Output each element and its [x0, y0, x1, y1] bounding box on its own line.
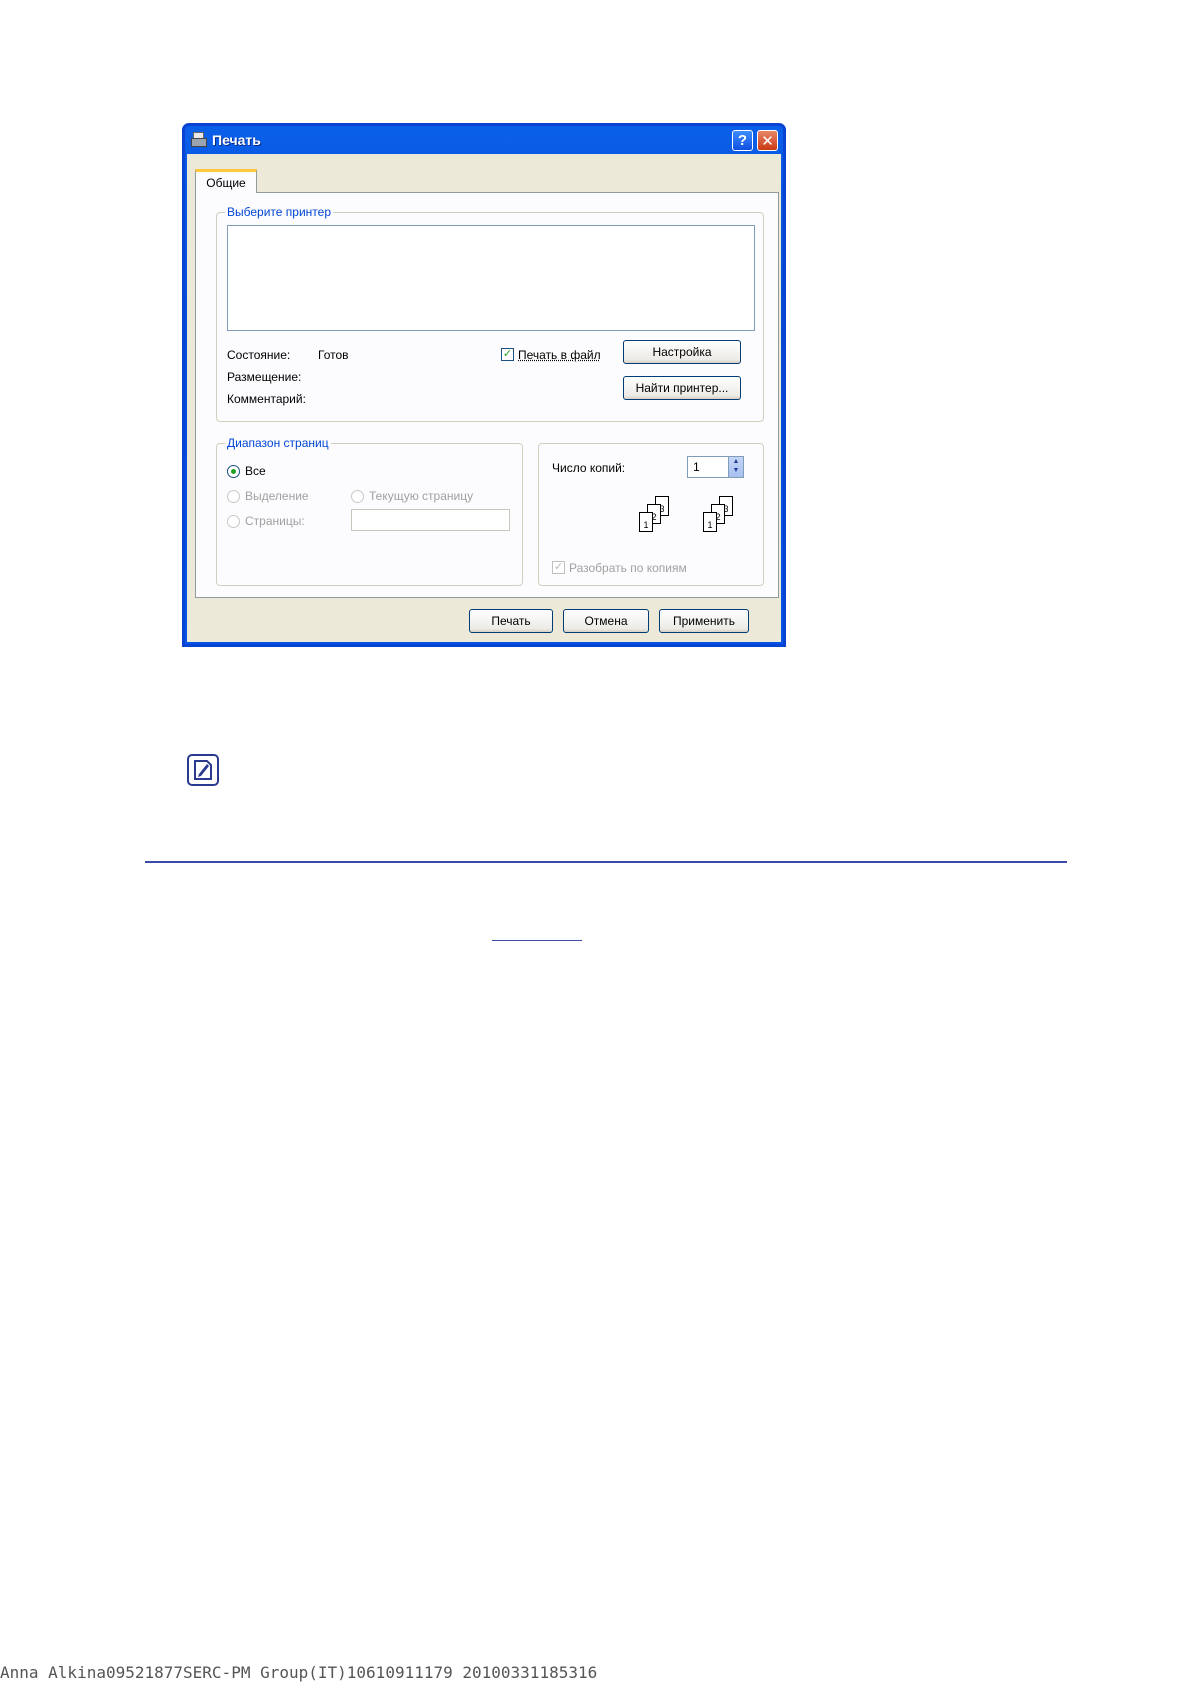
- location-label: Размещение:: [227, 370, 302, 384]
- tab-pane-general: Выберите принтер Состояние: Готов Размещ…: [195, 192, 779, 598]
- page-range-group: Диапазон страниц Все Выделение Текущую с…: [216, 436, 523, 586]
- title-bar[interactable]: Печать ? ✕: [185, 126, 783, 154]
- print-to-file-checkbox[interactable]: ✓: [501, 348, 514, 361]
- comment-label: Комментарий:: [227, 392, 306, 406]
- printer-icon: [191, 132, 207, 148]
- link-underline[interactable]: [492, 940, 582, 941]
- copies-spinner[interactable]: ▲ ▼: [728, 456, 744, 478]
- help-button[interactable]: ?: [732, 130, 753, 151]
- range-pages-label[interactable]: Страницы:: [245, 514, 305, 528]
- print-dialog: Печать ? ✕ Общие Выберите принтер Состоя…: [182, 123, 786, 647]
- range-selection-label[interactable]: Выделение: [245, 489, 309, 503]
- close-button[interactable]: ✕: [757, 130, 778, 151]
- select-printer-group: Выберите принтер Состояние: Готов Размещ…: [216, 205, 764, 422]
- range-all-radio[interactable]: [227, 465, 240, 478]
- print-button[interactable]: Печать: [469, 609, 553, 633]
- select-printer-legend: Выберите принтер: [225, 205, 333, 219]
- print-to-file-label[interactable]: Печать в файл: [518, 348, 601, 362]
- preferences-button[interactable]: Настройка: [623, 340, 741, 364]
- range-all-label[interactable]: Все: [245, 464, 266, 478]
- status-label: Состояние:: [227, 348, 291, 362]
- range-current-page-label[interactable]: Текущую страницу: [369, 489, 473, 503]
- note-icon: [187, 754, 219, 786]
- dialog-body: Общие Выберите принтер Состояние: Готов …: [187, 154, 781, 642]
- range-pages-radio[interactable]: [227, 515, 240, 528]
- tab-general[interactable]: Общие: [195, 169, 257, 193]
- range-current-page-radio[interactable]: [351, 490, 364, 503]
- section-divider: [145, 861, 1067, 863]
- pages-input[interactable]: [351, 509, 510, 531]
- collate-checkbox[interactable]: ✓: [552, 561, 565, 574]
- page-range-legend: Диапазон страниц: [225, 436, 331, 450]
- dialog-title: Печать: [212, 132, 261, 148]
- footer-watermark: Anna Alkina09521877SERC-PM Group(IT)1061…: [0, 1663, 598, 1682]
- find-printer-button[interactable]: Найти принтер...: [623, 376, 741, 400]
- range-selection-radio[interactable]: [227, 490, 240, 503]
- printer-list[interactable]: [227, 225, 755, 331]
- copies-group: Число копий: 1 ▲ ▼ 3 2 1 3 2 1 ✓ Разобрат…: [538, 443, 764, 586]
- collate-label[interactable]: Разобрать по копиям: [569, 561, 687, 575]
- cancel-button[interactable]: Отмена: [563, 609, 649, 633]
- copies-label: Число копий:: [552, 461, 626, 475]
- apply-button[interactable]: Применить: [659, 609, 749, 633]
- copies-input[interactable]: 1: [687, 456, 729, 478]
- status-value: Готов: [318, 348, 349, 362]
